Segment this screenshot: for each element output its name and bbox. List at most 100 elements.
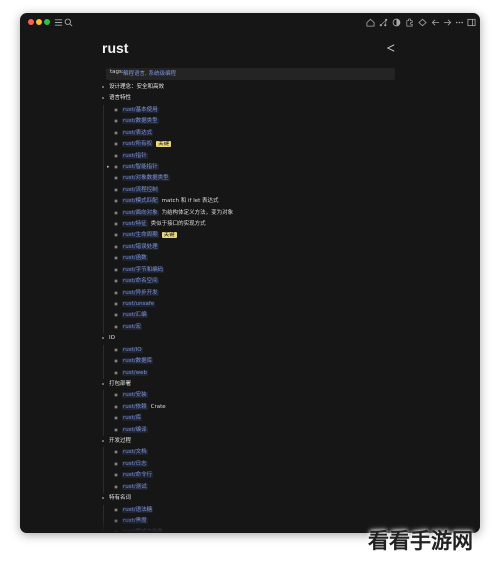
bullet-icon[interactable] [114,313,118,318]
block-content: rust/依赖 Crate [122,402,166,413]
page-reference-link[interactable]: rust/特征 [122,221,148,228]
bullet-icon[interactable] [114,301,118,306]
bullet-icon[interactable] [114,199,118,204]
page-reference-link[interactable]: rust/流程控制 [122,186,159,193]
page-reference-link[interactable]: rust/安装 [122,392,148,399]
page-reference-link[interactable]: rust/IO [122,346,143,353]
bullet-icon[interactable] [114,107,118,112]
bullet-icon[interactable] [114,404,118,409]
bullet-icon[interactable] [102,97,104,100]
bullet-icon[interactable] [102,86,104,88]
bullet-icon[interactable] [114,359,118,364]
bullet-icon[interactable] [114,427,118,432]
bullet-icon[interactable] [114,187,118,192]
page-reference-link[interactable]: rust/web [122,369,148,376]
page-reference-link[interactable]: rust/模式匹配 [122,198,159,205]
bullet-icon[interactable] [114,233,118,238]
bullet-icon[interactable] [114,153,118,158]
close-window-button[interactable] [28,19,34,25]
block-content: rust/安装 [122,390,148,401]
bullet-icon[interactable] [114,473,118,478]
page-reference-link[interactable]: rust/文档 [122,449,148,456]
tags-property-block[interactable]: tags:: 编程语言, 系统级编程 [106,68,395,80]
bullet-icon[interactable] [114,347,118,352]
bullet-icon[interactable] [114,279,118,284]
more-icon[interactable] [454,17,465,28]
puzzle-icon[interactable] [404,17,415,28]
bullet-icon[interactable] [114,119,118,124]
block-content: rust/日志 [122,459,148,470]
page-reference-link[interactable]: rust/所有权 [122,141,154,148]
page-reference-link[interactable]: rust/生命周期 [122,232,159,239]
page-reference-link[interactable]: rust/智能指针 [122,163,159,170]
page-reference-link[interactable]: rust/错误处理 [122,243,159,250]
collapse-arrow-icon[interactable] [386,44,395,54]
graph-icon[interactable] [378,17,389,28]
bullet-icon[interactable] [114,450,118,455]
page-reference-link[interactable]: rust/表达式 [122,129,154,136]
share-icon[interactable] [417,17,428,28]
bullet-icon[interactable] [102,337,104,340]
search-icon[interactable] [63,17,74,28]
block-content: rust/表达式 [122,128,154,139]
bullet-icon[interactable] [114,256,118,261]
home-icon[interactable] [365,17,376,28]
bullet-icon[interactable] [114,222,118,227]
forward-icon[interactable] [442,17,453,28]
page-reference-link[interactable]: rust/对象数据类型 [122,175,170,182]
bullet-icon[interactable] [114,484,118,489]
page-reference-link[interactable]: rust/unsafe [122,300,156,307]
page-reference-link[interactable]: rust/指针 [122,152,148,159]
page-reference-link[interactable]: rust/命名空间 [122,278,159,285]
page-title[interactable]: rust [102,40,128,56]
bullet-icon[interactable] [114,461,118,466]
page-reference-link[interactable]: rust/异步开发 [122,289,159,296]
bullet-icon[interactable] [114,210,118,215]
page-reference-link[interactable]: rust/库 [122,415,143,422]
page-reference-link[interactable]: rust/汇编 [122,312,148,319]
bullet-icon[interactable] [114,324,118,329]
back-icon[interactable] [430,17,441,28]
bullet-icon[interactable] [114,370,118,375]
page-reference-link[interactable]: rust/依赖 [122,403,148,410]
bullet-icon[interactable] [114,290,118,295]
page-reference-link[interactable]: rust/编译 [122,426,148,433]
page-reference-link[interactable]: rust/数据类型 [122,118,159,125]
block-content: rust/错误处理 [122,242,159,253]
page-reference-link[interactable]: rust/函数 [122,255,148,262]
block-content: rust/数据库 [122,356,154,367]
bullet-icon[interactable] [102,497,104,500]
bullet-icon[interactable] [114,130,118,135]
bullet-icon[interactable] [114,416,118,421]
block-content: rust/命名空间 [122,276,159,287]
page-reference-link[interactable]: rust/语法糖 [122,506,154,513]
tags-value[interactable]: 编程语言, 系统级编程 [123,69,176,77]
block-content: rust/基本使用 [122,105,159,116]
page-reference-link[interactable]: rust/测试 [122,483,148,490]
page-reference-link[interactable]: rust/命令行 [122,472,154,479]
minimize-window-button[interactable] [36,19,42,25]
page-reference-link[interactable]: rust/面向对象 [122,209,159,216]
block-content: rust/测试 [122,482,148,493]
block-content: rust/异步开发 [122,288,159,299]
bullet-icon[interactable] [114,244,118,249]
page-reference-link[interactable]: rust/日志 [122,460,148,467]
bullet-icon[interactable] [114,267,118,272]
page-reference-link[interactable]: rust/数据库 [122,358,154,365]
sidebar-icon[interactable] [466,17,477,28]
bullet-icon[interactable] [114,176,118,181]
page-reference-link[interactable]: rust/基本使用 [122,106,159,113]
bullet-icon[interactable] [102,440,104,443]
block-content: rust/所有权 关键 [122,139,172,150]
bullet-icon[interactable] [114,142,118,147]
bullet-icon[interactable] [114,164,118,169]
page-reference-link[interactable]: rust/宏 [122,323,143,330]
bullet-icon[interactable] [114,507,118,512]
expand-arrow-icon[interactable]: ▸ [107,162,110,173]
theme-icon[interactable] [391,17,402,28]
bullet-icon[interactable] [102,382,104,385]
block-note: 类似于接口的实现方式 [150,221,206,228]
page-reference-link[interactable]: rust/字节和编码 [122,266,165,273]
maximize-window-button[interactable] [44,19,50,25]
bullet-icon[interactable] [114,393,118,398]
